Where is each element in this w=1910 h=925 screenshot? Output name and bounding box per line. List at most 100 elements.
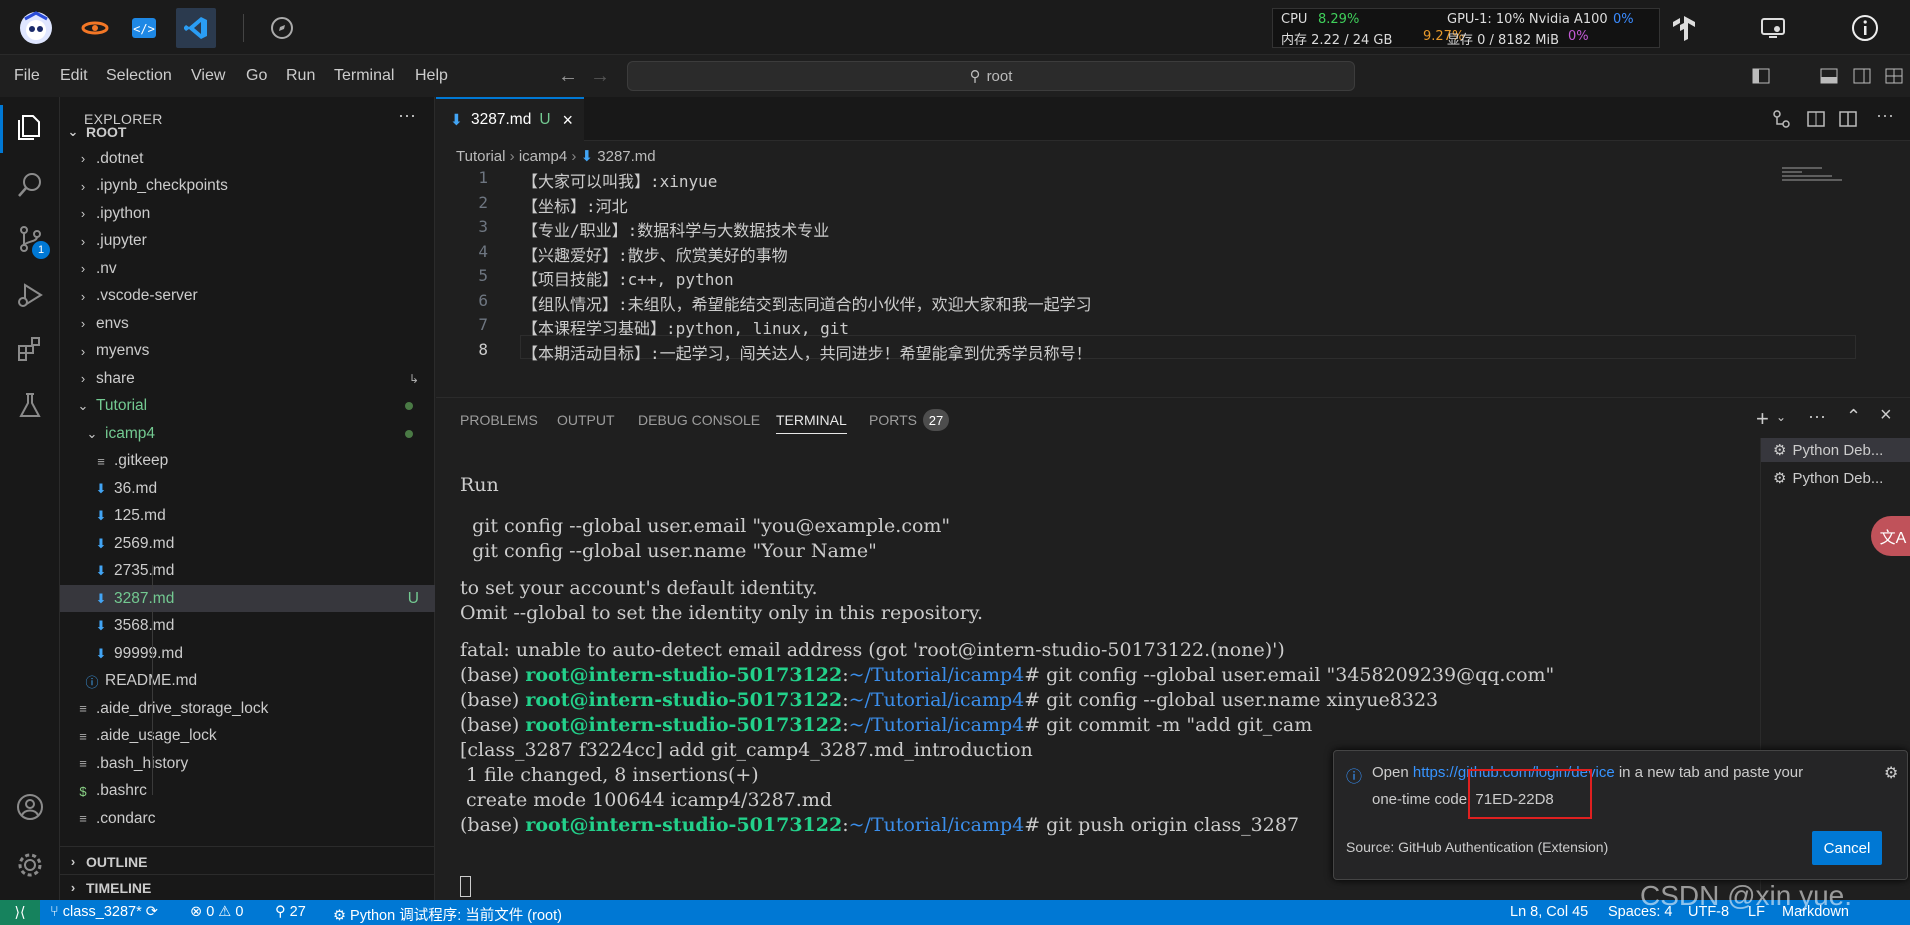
- tab-problems[interactable]: PROBLEMS: [460, 412, 538, 428]
- breadcrumb-item[interactable]: 3287.md: [597, 148, 655, 165]
- tree-item[interactable]: ⌄ Tutorial: [60, 393, 435, 420]
- more-actions-icon[interactable]: ···: [1808, 406, 1826, 427]
- tab-debug-console[interactable]: DEBUG CONSOLE: [638, 412, 760, 428]
- info-icon[interactable]: [1845, 8, 1885, 48]
- tab-3287-md[interactable]: ⬇ 3287.md U ×: [436, 97, 584, 141]
- toggle-secondary-sidebar-icon[interactable]: [1853, 67, 1871, 90]
- maximize-panel-icon[interactable]: ⌃: [1846, 406, 1861, 427]
- tree-item[interactable]: ≡ .aide_usage_lock: [60, 723, 435, 750]
- code-line[interactable]: 6 【组队情况】:未组队，希望能结交到志同道合的小伙伴，欢迎大家和我一起学习: [436, 291, 1766, 315]
- chevron-right-icon: ›: [70, 880, 76, 895]
- tree-item[interactable]: ≡ .aide_drive_storage_lock: [60, 695, 435, 722]
- settings-gear-icon[interactable]: [10, 845, 50, 885]
- ports-status[interactable]: ⚲ 27: [275, 904, 306, 920]
- menu-run[interactable]: Run: [286, 67, 315, 85]
- menu-edit[interactable]: Edit: [60, 67, 88, 85]
- code-line[interactable]: 7 【本课程学习基础】:python, linux, git: [436, 315, 1766, 339]
- tree-item[interactable]: › .vscode-server: [60, 283, 435, 310]
- tree-item[interactable]: › .ipynb_checkpoints: [60, 173, 435, 200]
- menu-view[interactable]: View: [191, 67, 225, 85]
- account-icon[interactable]: [10, 787, 50, 827]
- tree-item[interactable]: ⬇ 99999.md: [60, 640, 435, 667]
- code-line[interactable]: 3 【专业/职业】:数据科学与大数据技术专业: [436, 217, 1766, 241]
- open-changes-icon[interactable]: [1772, 109, 1792, 133]
- tree-item[interactable]: › .dotnet: [60, 145, 435, 172]
- close-icon[interactable]: ×: [563, 110, 574, 131]
- root-folder[interactable]: ⌄ ROOT: [60, 118, 435, 145]
- customize-layout-icon[interactable]: [1885, 67, 1903, 90]
- menu-help[interactable]: Help: [415, 67, 448, 85]
- minimap[interactable]: [1782, 167, 1862, 187]
- notification-settings-gear-icon[interactable]: ⚙: [1884, 763, 1898, 783]
- extensions-icon[interactable]: [10, 329, 50, 369]
- terminal-item[interactable]: ⚙ Python Deb...: [1773, 441, 1883, 460]
- translate-icon[interactable]: 文A: [1871, 516, 1910, 556]
- menu-selection[interactable]: Selection: [106, 67, 172, 85]
- search-icon[interactable]: [10, 165, 50, 205]
- tree-item[interactable]: ⬇ 2569.md: [60, 530, 435, 557]
- split-editor-icon[interactable]: [1838, 109, 1858, 133]
- tree-item[interactable]: › share ↳: [60, 365, 435, 392]
- explorer-icon[interactable]: [10, 107, 50, 147]
- timeline-section[interactable]: › TIMELINE: [60, 874, 435, 901]
- breadcrumb-item[interactable]: Tutorial: [456, 148, 505, 165]
- tree-item[interactable]: ⌄ icamp4: [60, 420, 435, 447]
- code-line[interactable]: 4 【兴趣爱好】:散步、欣赏美好的事物: [436, 242, 1766, 266]
- cursor-position[interactable]: Ln 8, Col 45: [1510, 904, 1588, 920]
- compass-icon[interactable]: [262, 8, 302, 48]
- tree-item[interactable]: › .ipython: [60, 200, 435, 227]
- outline-section[interactable]: › OUTLINE: [60, 848, 435, 875]
- code-line[interactable]: 1 【大家可以叫我】:xinyue: [436, 168, 1766, 192]
- testing-flask-icon[interactable]: [10, 385, 50, 425]
- prompt-path: ~/Tutorial/icamp4: [848, 714, 1025, 736]
- vscode-icon[interactable]: [176, 8, 216, 48]
- monitor-settings-icon[interactable]: [1753, 8, 1793, 48]
- open-preview-icon[interactable]: [1806, 109, 1826, 133]
- debug-config-status[interactable]: ⚙ Python 调试程序: 当前文件 (root): [333, 904, 562, 925]
- jupyter-icon[interactable]: [75, 8, 115, 48]
- forward-arrow-icon[interactable]: →: [590, 65, 610, 88]
- source-control-icon[interactable]: 1: [10, 219, 50, 259]
- command-center-search[interactable]: ⚲ root: [627, 61, 1355, 91]
- close-panel-icon[interactable]: ×: [1880, 404, 1892, 427]
- git-branch[interactable]: ⑂ class_3287* ⟳: [50, 904, 158, 920]
- tree-item[interactable]: ⓘREADME.md: [60, 668, 435, 695]
- chevron-down-icon[interactable]: ⌄: [1776, 410, 1786, 424]
- breadcrumb-item[interactable]: icamp4: [519, 148, 567, 165]
- menu-go[interactable]: Go: [246, 67, 267, 85]
- remote-indicator-icon[interactable]: ⟩⟨: [0, 900, 40, 925]
- new-terminal-icon[interactable]: +: [1756, 406, 1769, 432]
- tree-item[interactable]: ⬇ 125.md: [60, 503, 435, 530]
- back-arrow-icon[interactable]: ←: [558, 65, 578, 88]
- more-actions-icon[interactable]: ···: [1876, 105, 1894, 126]
- code-line[interactable]: 5 【项目技能】:c++, python: [436, 266, 1766, 290]
- tree-item[interactable]: $ .bashrc: [60, 778, 435, 805]
- tree-item[interactable]: › .jupyter: [60, 228, 435, 255]
- app-logo-icon[interactable]: [16, 8, 56, 48]
- cancel-button[interactable]: Cancel: [1812, 831, 1882, 865]
- tree-item[interactable]: ⬇ 3568.md: [60, 613, 435, 640]
- run-debug-icon[interactable]: [10, 275, 50, 315]
- toggle-sidebar-icon[interactable]: [1752, 67, 1770, 90]
- code-line[interactable]: 2 【坐标】:河北: [436, 193, 1766, 217]
- tree-item[interactable]: › envs: [60, 310, 435, 337]
- tree-item[interactable]: ≡ .gitkeep: [60, 448, 435, 475]
- toggle-panel-icon[interactable]: [1820, 67, 1838, 90]
- tree-item[interactable]: › .nv: [60, 255, 435, 282]
- code-editor-icon[interactable]: </>: [124, 8, 164, 48]
- tab-terminal[interactable]: TERMINAL: [776, 412, 847, 434]
- tree-item[interactable]: › myenvs: [60, 338, 435, 365]
- tree-item[interactable]: ⬇ 3287.md U: [60, 585, 435, 612]
- menu-terminal[interactable]: Terminal: [334, 67, 394, 85]
- tree-item[interactable]: ≡ .condarc: [60, 805, 435, 832]
- tab-ports[interactable]: PORTS: [869, 412, 917, 428]
- tensorflow-icon[interactable]: [1664, 8, 1704, 48]
- tab-output[interactable]: OUTPUT: [557, 412, 615, 428]
- code-line[interactable]: 8 【本期活动目标】:一起学习，闯关达人，共同进步！希望能拿到优秀学员称号！: [436, 340, 1766, 364]
- tree-item[interactable]: ≡ .bash_history: [60, 750, 435, 777]
- problems-status[interactable]: ⊗ 0 ⚠ 0: [190, 904, 243, 920]
- tree-item[interactable]: ⬇ 36.md: [60, 475, 435, 502]
- menu-file[interactable]: File: [14, 67, 40, 85]
- tree-item[interactable]: ⬇ 2735.md: [60, 558, 435, 585]
- terminal-item[interactable]: ⚙ Python Deb...: [1773, 469, 1883, 488]
